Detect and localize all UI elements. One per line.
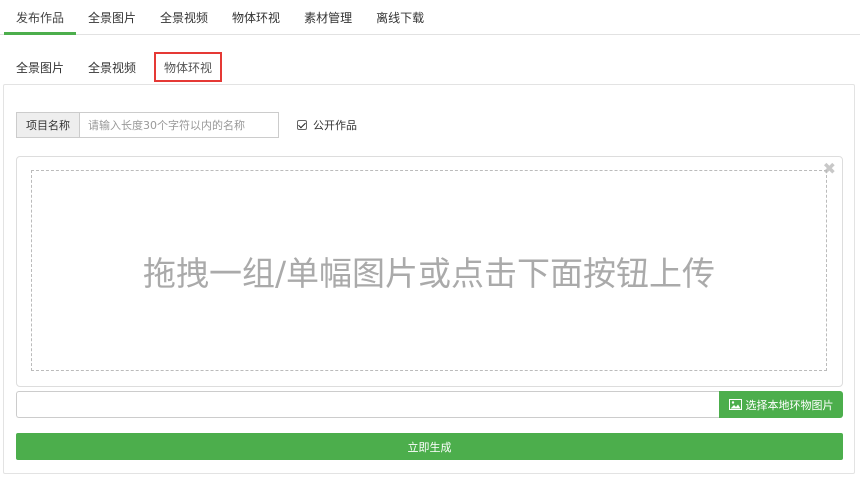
file-path-field[interactable] xyxy=(16,391,719,418)
project-name-input[interactable] xyxy=(79,112,279,138)
project-name-label: 项目名称 xyxy=(16,112,79,138)
file-select-row: 选择本地环物图片 xyxy=(16,391,843,418)
upload-panel: 项目名称 公开作品 ✖ 拖拽一组/单幅图片或点击下面按钮上传 选择本地环物图片 … xyxy=(3,84,855,474)
tab-object-view[interactable]: 物体环视 xyxy=(154,52,223,82)
nav-offline-download[interactable]: 离线下载 xyxy=(364,0,436,34)
checkbox-checked-icon[interactable] xyxy=(297,120,307,130)
tab-panorama-video[interactable]: 全景视频 xyxy=(76,52,148,82)
public-work-checkbox[interactable]: 公开作品 xyxy=(297,118,357,132)
generate-now-button[interactable]: 立即生成 xyxy=(16,433,843,460)
public-work-label: 公开作品 xyxy=(313,119,357,132)
tab-panorama-image[interactable]: 全景图片 xyxy=(4,52,76,82)
nav-object-view[interactable]: 物体环视 xyxy=(220,0,292,34)
nav-panorama-videos[interactable]: 全景视频 xyxy=(148,0,220,34)
drop-hint-text: 拖拽一组/单幅图片或点击下面按钮上传 xyxy=(142,253,716,293)
choose-local-images-label: 选择本地环物图片 xyxy=(745,398,834,412)
nav-publish-work[interactable]: 发布作品 xyxy=(4,0,77,35)
nav-panorama-images[interactable]: 全景图片 xyxy=(76,0,148,34)
sub-tabs: 全景图片 全景视频 物体环视 xyxy=(0,50,860,84)
picture-icon xyxy=(728,399,742,410)
drop-zone[interactable]: ✖ 拖拽一组/单幅图片或点击下面按钮上传 xyxy=(16,156,843,387)
project-name-group: 项目名称 xyxy=(16,112,279,138)
choose-local-images-button[interactable]: 选择本地环物图片 xyxy=(719,391,843,418)
drop-area[interactable]: 拖拽一组/单幅图片或点击下面按钮上传 xyxy=(31,170,827,371)
nav-asset-management[interactable]: 素材管理 xyxy=(292,0,364,34)
top-nav: 发布作品 全景图片 全景视频 物体环视 素材管理 离线下载 xyxy=(0,0,860,35)
